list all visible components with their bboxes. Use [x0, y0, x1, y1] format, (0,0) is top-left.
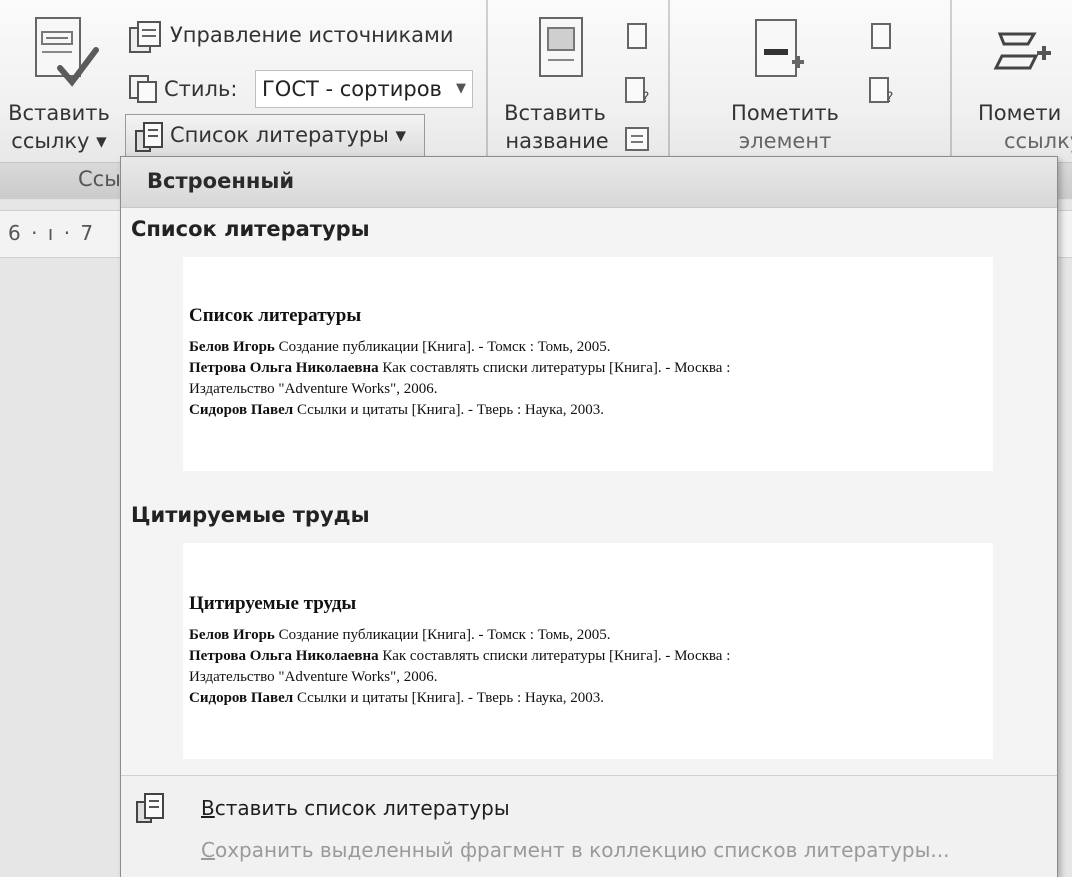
preview-title: Цитируемые труды — [189, 593, 357, 614]
gallery-item-works-cited[interactable]: Цитируемые труды Белов Игорь Создание пу… — [183, 543, 993, 759]
chevron-down-icon: ▼ — [456, 81, 466, 96]
insert-caption-label-1: Вставить — [504, 101, 606, 125]
preview-entry: Петрова Ольга Николаевна Как составлять … — [189, 648, 731, 664]
preview-entry: Издательство "Adventure Works", 2006. — [189, 669, 438, 685]
insert-caption-icon — [539, 17, 583, 77]
preview-entry: Петрова Ольга Николаевна Как составлять … — [189, 360, 731, 376]
svg-text:?: ? — [642, 90, 649, 106]
insert-bibliography-menu-item[interactable]: Вставить список литературы — [201, 796, 510, 820]
menu-item-label: охранить выделенный фрагмент в коллекцию… — [214, 838, 950, 862]
menu-hotkey: В — [201, 796, 215, 820]
gallery-header: Встроенный — [121, 157, 1057, 208]
mark-entry-label-1: Пометить — [731, 101, 839, 125]
manage-sources-label: Управление источниками — [170, 23, 454, 47]
gallery-item-bibliography[interactable]: Список литературы Белов Игорь Создание п… — [183, 257, 993, 471]
style-label: Стиль: — [164, 77, 238, 101]
menu-hotkey: С — [201, 838, 215, 862]
bibliography-label: Список литературы ▾ — [170, 123, 407, 147]
insert-index-icon[interactable] — [866, 22, 896, 52]
mark-citation-icon — [993, 32, 1051, 70]
cross-reference-icon[interactable] — [622, 124, 654, 154]
style-icon — [129, 75, 157, 103]
section-title-works-cited: Цитируемые труды — [131, 503, 370, 527]
bibliography-icon — [136, 793, 164, 823]
preview-entry: Издательство "Adventure Works", 2006. — [189, 381, 438, 397]
style-value: ГОСТ - сортиров — [262, 77, 442, 101]
insert-citation-label-2: ссылку ▾ — [11, 129, 107, 153]
insert-table-of-figures-icon[interactable] — [622, 22, 652, 52]
ruler-marks: 6 · ı · 7 — [8, 221, 96, 245]
gallery-footer: Вставить список литературы Сохранить выд… — [121, 775, 1057, 877]
citations-group-label: Ссы — [78, 167, 121, 191]
preview-entry: Сидоров Павел Ссылки и цитаты [Книга]. -… — [189, 402, 605, 418]
style-dropdown[interactable]: ГОСТ - сортиров ▼ — [255, 70, 473, 108]
mark-entry-icon — [755, 19, 804, 77]
preview-entry: Белов Игорь Создание публикации [Книга].… — [189, 627, 611, 643]
menu-item-label: ставить список литературы — [214, 796, 510, 820]
mark-entry-label-2: элемент — [738, 129, 832, 153]
preview-entry: Белов Игорь Создание публикации [Книга].… — [189, 339, 611, 355]
section-title-bibliography: Список литературы — [131, 217, 370, 241]
bibliography-icon — [135, 122, 163, 152]
svg-text:?: ? — [886, 90, 893, 106]
mark-citation-label-2: ссылку — [1004, 129, 1072, 153]
update-index-icon[interactable]: ? — [866, 76, 898, 106]
manage-sources-icon — [129, 21, 161, 53]
mark-citation-label-1: Помети — [978, 101, 1062, 125]
insert-citation-icon — [35, 17, 99, 87]
insert-caption-label-2: название — [505, 129, 609, 153]
preview-entry: Сидоров Павел Ссылки и цитаты [Книга]. -… — [189, 690, 605, 706]
bibliography-gallery: Встроенный Список литературы Список лите… — [120, 156, 1058, 877]
bibliography-button[interactable]: Список литературы ▾ — [125, 114, 425, 158]
gallery-header-label: Встроенный — [147, 169, 295, 193]
insert-citation-label-1: Вставить — [8, 101, 110, 125]
update-table-icon[interactable]: ? — [622, 76, 654, 106]
preview-title: Список литературы — [189, 305, 362, 326]
save-selection-menu-item[interactable]: Сохранить выделенный фрагмент в коллекци… — [201, 838, 949, 862]
